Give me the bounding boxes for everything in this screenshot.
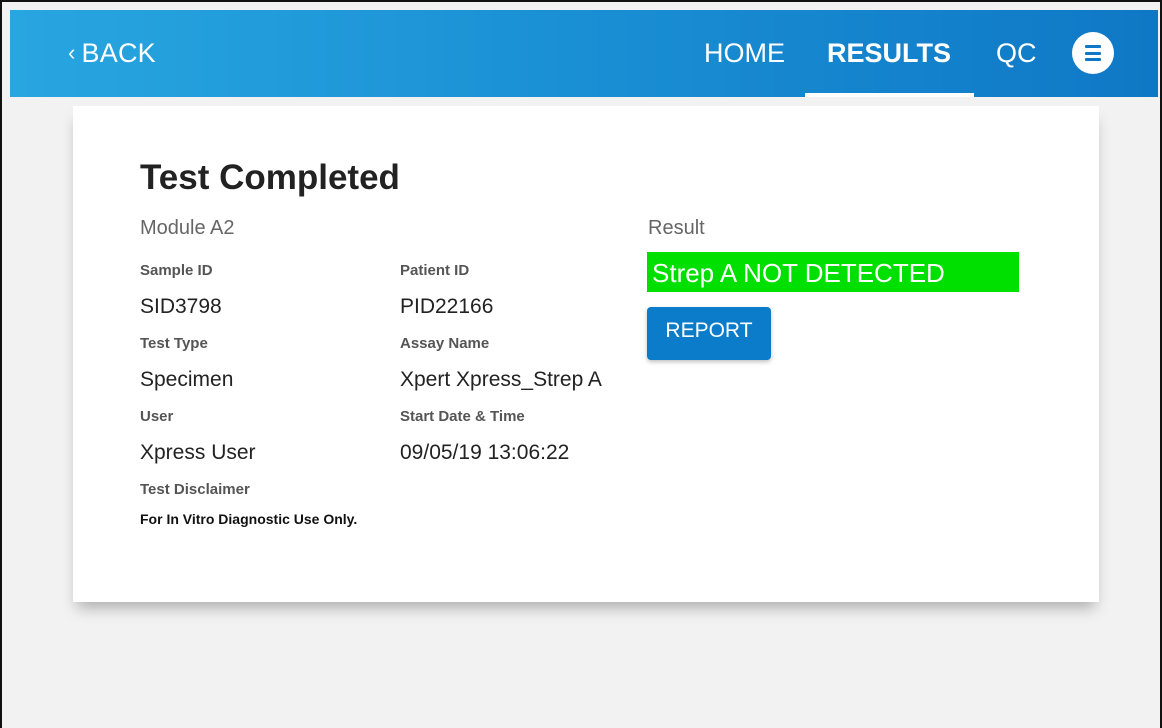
module-name: Module A2	[140, 217, 235, 239]
nav-qc[interactable]: QC	[996, 38, 1037, 69]
test-disclaimer-text: For In Vitro Diagnostic Use Only.	[140, 511, 358, 527]
user-value: Xpress User	[140, 441, 256, 464]
sample-id-value: SID3798	[140, 295, 222, 318]
back-label: BACK	[81, 38, 156, 68]
patient-id-label: Patient ID	[400, 262, 470, 279]
result-value: Strep A NOT DETECTED	[647, 252, 1019, 292]
result-card: Test Completed Module A2 Sample ID SID37…	[73, 106, 1099, 602]
test-type-label: Test Type	[140, 335, 208, 352]
back-button[interactable]: ‹ BACK	[68, 38, 156, 69]
sample-id-label: Sample ID	[140, 262, 213, 279]
active-tab-indicator	[805, 93, 974, 97]
user-label: User	[140, 408, 174, 425]
report-button[interactable]: REPORT	[647, 307, 771, 360]
test-disclaimer-label: Test Disclaimer	[140, 481, 250, 498]
menu-button[interactable]	[1072, 32, 1114, 74]
nav-results[interactable]: RESULTS	[827, 38, 951, 69]
top-bar: ‹ BACK HOME RESULTS QC	[10, 10, 1158, 97]
assay-name-label: Assay Name	[400, 335, 490, 352]
result-label: Result	[648, 217, 705, 239]
app-frame: ‹ BACK HOME RESULTS QC Test Completed Mod…	[0, 0, 1162, 728]
start-datetime-label: Start Date & Time	[400, 408, 525, 425]
start-datetime-value: 09/05/19 13:06:22	[400, 441, 570, 464]
nav-home[interactable]: HOME	[704, 38, 785, 69]
page-title: Test Completed	[140, 158, 400, 197]
patient-id-value: PID22166	[400, 295, 494, 318]
assay-name-value: Xpert Xpress_Strep A	[400, 368, 602, 391]
test-type-value: Specimen	[140, 368, 234, 391]
chevron-left-icon: ‹	[68, 40, 76, 65]
